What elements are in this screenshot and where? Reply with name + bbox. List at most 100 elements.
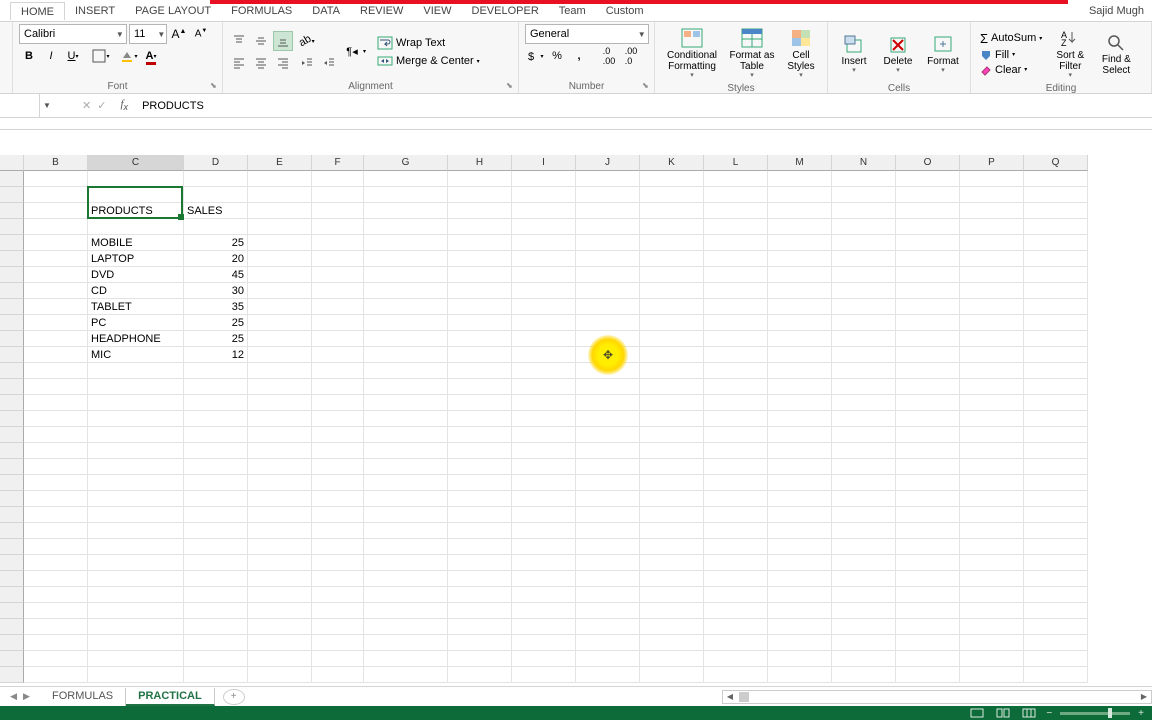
cell[interactable] (248, 427, 312, 443)
font-size-combo[interactable]: ▼ (129, 24, 167, 44)
cell[interactable] (88, 491, 184, 507)
cell[interactable] (24, 203, 88, 219)
cell[interactable] (640, 619, 704, 635)
increase-font-button[interactable]: A▲ (169, 24, 189, 44)
cell[interactable] (364, 395, 448, 411)
cell[interactable] (768, 171, 832, 187)
cell[interactable] (248, 555, 312, 571)
cell[interactable] (832, 283, 896, 299)
scroll-left-button[interactable]: ◀ (723, 692, 737, 701)
cell[interactable]: MOBILE (88, 235, 184, 251)
cell[interactable] (576, 283, 640, 299)
cell[interactable] (576, 203, 640, 219)
align-middle-button[interactable] (251, 31, 271, 51)
ribbon-tab-home[interactable]: HOME (10, 2, 65, 20)
cell[interactable] (184, 411, 248, 427)
cell[interactable] (88, 427, 184, 443)
cell[interactable] (768, 619, 832, 635)
cell[interactable] (88, 523, 184, 539)
zoom-in-button[interactable]: + (1138, 708, 1144, 719)
cell[interactable] (704, 267, 768, 283)
cell[interactable] (184, 539, 248, 555)
conditional-formatting-button[interactable]: Conditional Formatting▾ (661, 24, 723, 82)
cell[interactable] (24, 315, 88, 331)
cell[interactable] (88, 187, 184, 203)
cell[interactable]: 20 (184, 251, 248, 267)
cell[interactable]: SALES (184, 203, 248, 219)
cell[interactable] (248, 219, 312, 235)
zoom-thumb[interactable] (1108, 708, 1112, 718)
cell[interactable] (448, 459, 512, 475)
cell[interactable] (768, 651, 832, 667)
cell[interactable] (512, 235, 576, 251)
normal-view-button[interactable] (968, 707, 986, 719)
cell[interactable] (704, 555, 768, 571)
cell[interactable]: LAPTOP (88, 251, 184, 267)
cell[interactable] (312, 283, 364, 299)
enter-formula-button[interactable]: ✓ (97, 99, 106, 112)
cell[interactable] (768, 507, 832, 523)
cell[interactable] (184, 363, 248, 379)
cell[interactable] (832, 251, 896, 267)
cell[interactable] (512, 571, 576, 587)
cell[interactable] (248, 187, 312, 203)
cell[interactable] (448, 315, 512, 331)
page-break-view-button[interactable] (1020, 707, 1038, 719)
cell[interactable] (512, 555, 576, 571)
cell[interactable] (88, 411, 184, 427)
formula-content[interactable]: PRODUCTS (134, 100, 1152, 112)
cell[interactable] (960, 491, 1024, 507)
cell[interactable] (704, 203, 768, 219)
cell[interactable] (184, 587, 248, 603)
cell[interactable] (896, 555, 960, 571)
cell[interactable] (364, 187, 448, 203)
cell[interactable] (704, 587, 768, 603)
bold-button[interactable]: B (19, 46, 39, 66)
ribbon-tab-review[interactable]: REVIEW (350, 2, 413, 19)
cell[interactable] (512, 603, 576, 619)
cell[interactable] (896, 523, 960, 539)
column-header-J[interactable]: J (576, 155, 640, 171)
cell[interactable] (960, 363, 1024, 379)
cell[interactable] (576, 379, 640, 395)
cell[interactable] (832, 491, 896, 507)
cell[interactable] (364, 347, 448, 363)
cell[interactable]: TABLET (88, 299, 184, 315)
cell[interactable] (1024, 379, 1088, 395)
cell[interactable] (448, 395, 512, 411)
cell[interactable] (896, 347, 960, 363)
cell[interactable] (896, 635, 960, 651)
align-top-button[interactable] (229, 31, 249, 51)
cell[interactable] (960, 299, 1024, 315)
cell[interactable] (24, 267, 88, 283)
cell[interactable] (1024, 299, 1088, 315)
border-button[interactable]: ▾ (91, 46, 111, 66)
cell[interactable] (312, 267, 364, 283)
cell[interactable] (1024, 283, 1088, 299)
cell[interactable] (448, 251, 512, 267)
cell[interactable] (640, 427, 704, 443)
cell[interactable] (24, 379, 88, 395)
cell[interactable] (364, 523, 448, 539)
accounting-format-button[interactable]: $▾ (525, 46, 545, 66)
cell[interactable] (768, 555, 832, 571)
row-header[interactable] (0, 267, 24, 283)
cell[interactable] (960, 331, 1024, 347)
sheet-tab-practical[interactable]: PRACTICAL (126, 688, 215, 706)
cell[interactable] (364, 555, 448, 571)
row-header[interactable] (0, 523, 24, 539)
format-button[interactable]: Format▾ (922, 24, 964, 82)
row-header[interactable] (0, 395, 24, 411)
cell[interactable] (448, 635, 512, 651)
cell[interactable] (960, 267, 1024, 283)
cell[interactable] (448, 443, 512, 459)
cell[interactable] (1024, 427, 1088, 443)
cell[interactable] (704, 539, 768, 555)
cell[interactable] (960, 507, 1024, 523)
cell[interactable] (248, 507, 312, 523)
cell[interactable] (1024, 363, 1088, 379)
cell[interactable] (248, 203, 312, 219)
cell[interactable] (704, 635, 768, 651)
cell[interactable] (364, 235, 448, 251)
cell[interactable] (768, 203, 832, 219)
